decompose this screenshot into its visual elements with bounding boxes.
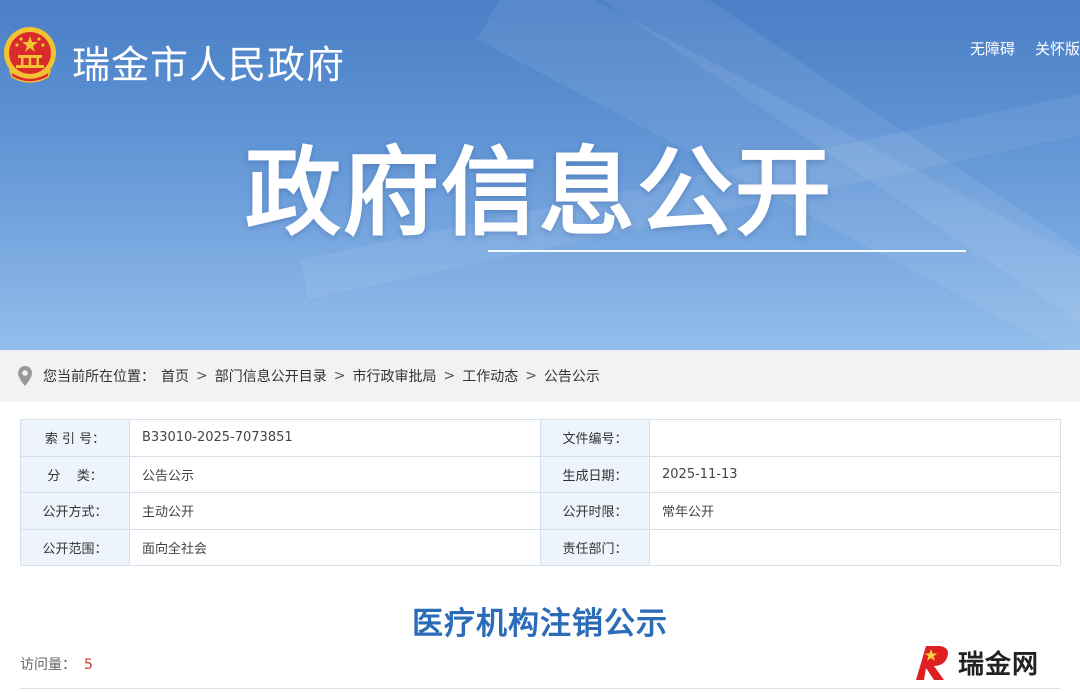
divider [20, 688, 1060, 689]
responsible-dept-label: 责任部门： [540, 528, 650, 566]
hero-underline [488, 250, 966, 252]
category-label: 分 类： [20, 455, 130, 493]
breadcrumb-prefix: 您当前所在位置： [43, 369, 155, 385]
visit-count: 访问量： 5 [20, 654, 93, 674]
location-pin-icon [18, 366, 32, 386]
breadcrumb-home[interactable]: 首页 [161, 366, 189, 386]
table-row: 分 类： 公告公示 生成日期： 2025-11-13 [20, 455, 1061, 493]
table-row: 索 引 号： B33010-2025-7073851 文件编号： [20, 419, 1061, 457]
document-number-value [649, 419, 1061, 457]
index-number-value: B33010-2025-7073851 [129, 419, 541, 457]
visit-count-value: 5 [84, 657, 93, 673]
table-row: 公开方式： 主动公开 公开时限： 常年公开 [20, 492, 1061, 530]
document-info-table: 索 引 号： B33010-2025-7073851 文件编号： 分 类： 公告… [20, 419, 1061, 566]
breadcrumb-work-news[interactable]: 工作动态 [462, 366, 518, 386]
index-number-label: 索 引 号： [20, 419, 130, 457]
responsible-dept-value [649, 528, 1061, 566]
breadcrumb-notices[interactable]: 公告公示 [544, 366, 600, 386]
header-banner: 瑞金市人民政府 无障碍 关怀版 政府信息公开 [0, 0, 1080, 350]
breadcrumb-dept-catalog[interactable]: 部门信息公开目录 [215, 366, 327, 386]
national-emblem-icon [4, 27, 56, 83]
table-row: 公开范围： 面向全社会 责任部门： [20, 528, 1061, 566]
breadcrumb: 您当前所在位置： 首页 > 部门信息公开目录 > 市行政审批局 > 工作动态 >… [0, 350, 1080, 402]
breadcrumb-separator: > [196, 368, 208, 384]
breadcrumb-separator: > [443, 368, 456, 384]
top-links: 无障碍 关怀版 [970, 38, 1080, 59]
breadcrumb-separator: > [525, 368, 537, 384]
breadcrumb-approval-bureau[interactable]: 市行政审批局 [352, 366, 436, 386]
site-name[interactable]: 瑞金市人民政府 [72, 34, 345, 89]
article-title: 医疗机构注销公示 [412, 606, 668, 642]
disclosure-period-label: 公开时限： [540, 492, 650, 530]
document-number-label: 文件编号： [540, 419, 650, 457]
created-date-label: 生成日期： [540, 455, 650, 493]
visit-count-label: 访问量： [20, 657, 76, 673]
breadcrumb-separator: > [333, 368, 346, 384]
disclosure-method-value: 主动公开 [129, 492, 541, 530]
disclosure-method-label: 公开方式： [20, 492, 130, 530]
watermark-logo-icon [916, 646, 948, 680]
elder-mode-link[interactable]: 关怀版 [1035, 38, 1080, 59]
hero-title: 政府信息公开 [245, 137, 833, 249]
category-value: 公告公示 [129, 455, 541, 493]
disclosure-scope-value: 面向全社会 [129, 528, 541, 566]
site-watermark: 瑞金网 [910, 638, 1070, 686]
disclosure-period-value: 常年公开 [649, 492, 1061, 530]
disclosure-scope-label: 公开范围： [20, 528, 130, 566]
accessibility-link[interactable]: 无障碍 [970, 38, 1015, 59]
created-date-value: 2025-11-13 [649, 455, 1061, 493]
watermark-text: 瑞金网 [958, 649, 1040, 680]
